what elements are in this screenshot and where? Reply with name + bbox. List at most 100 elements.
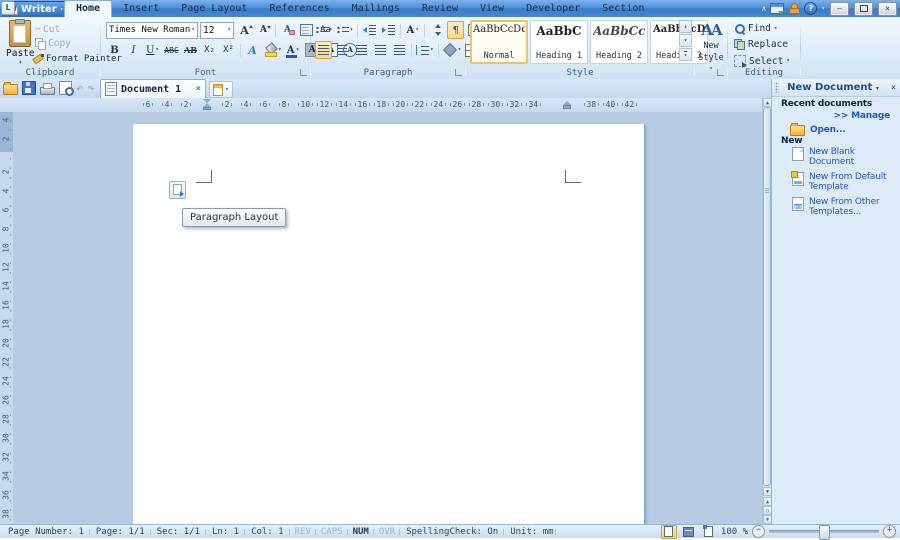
- manage-link[interactable]: >> Manage: [834, 111, 891, 121]
- paste-button[interactable]: Paste ▾: [6, 19, 35, 66]
- subscript-button[interactable]: X₂: [201, 41, 218, 59]
- web-layout-view-button[interactable]: [681, 525, 697, 539]
- text-effects-button[interactable]: A: [244, 41, 261, 59]
- indent-markers[interactable]: [203, 99, 212, 110]
- style-card[interactable]: AaBbCcDd Normal: [470, 20, 528, 64]
- find-button[interactable]: Find ▾: [734, 23, 778, 34]
- new-document-option[interactable]: New From Default Template: [791, 171, 896, 192]
- tab-stop-selector[interactable]: L: [1, 1, 15, 15]
- text-direction-button[interactable]: A ▾: [404, 21, 421, 39]
- highlight-color-button[interactable]: ▾: [263, 41, 283, 59]
- decrease-indent-button[interactable]: [361, 21, 378, 39]
- save-icon[interactable]: [22, 81, 36, 95]
- style-scroll-up-button[interactable]: ▴: [679, 20, 692, 33]
- undo-icon[interactable]: ↶: [76, 81, 83, 95]
- statusbar-segment[interactable]: Ln: 1: [206, 527, 246, 537]
- help-chevron-icon[interactable]: ▾: [821, 5, 825, 12]
- clear-formatting-button[interactable]: A: [279, 21, 296, 39]
- copy-button[interactable]: Copy: [35, 38, 71, 50]
- numbering-button[interactable]: ▾: [336, 21, 355, 39]
- ribbon-tab[interactable]: Section: [591, 0, 655, 17]
- select-button[interactable]: Select ▾: [734, 55, 790, 68]
- increase-indent-button[interactable]: [380, 21, 397, 39]
- bullets-button[interactable]: ▾: [315, 21, 334, 39]
- shading-button[interactable]: ▾: [442, 41, 463, 59]
- statusbar-segment[interactable]: Sec: 1/1: [151, 527, 207, 537]
- font-color-button[interactable]: A ▾: [285, 41, 302, 59]
- statusbar-indicator[interactable]: REV: [290, 527, 317, 537]
- scrollbar-thumb[interactable]: [763, 107, 771, 486]
- statusbar-segment[interactable]: Col: 1: [245, 527, 290, 537]
- statusbar-segment[interactable]: Page Number: 1: [2, 527, 90, 537]
- distribute-button[interactable]: [391, 41, 408, 59]
- spellcheck-status[interactable]: SpellingCheck: On: [400, 527, 505, 537]
- new-style-button[interactable]: AA New Style ▾: [695, 21, 727, 73]
- style-card[interactable]: AaBbCc Heading 2: [590, 20, 648, 64]
- right-indent-marker[interactable]: [563, 101, 572, 109]
- document-tab[interactable]: Document 1 ×: [100, 79, 206, 98]
- ribbon-tab[interactable]: Page Layout: [170, 0, 258, 17]
- help-icon[interactable]: ?: [804, 2, 818, 15]
- collapse-ribbon-icon[interactable]: ∧: [762, 4, 767, 13]
- zoom-out-button[interactable]: −: [752, 525, 765, 538]
- vertical-ruler[interactable]: 42 2 4 6 8 10 12 14 16 18 20 22 24 26 28 30 32 34 36 38: [0, 112, 14, 524]
- cut-button[interactable]: ✂ Cut: [35, 24, 60, 35]
- redo-icon[interactable]: ↷: [87, 81, 94, 95]
- open-file-icon[interactable]: [3, 82, 18, 95]
- align-right-button[interactable]: [353, 41, 370, 59]
- ribbon-tab[interactable]: Home: [64, 0, 113, 18]
- statusbar-segment[interactable]: Page: 1/1: [90, 527, 151, 537]
- shrink-font-button[interactable]: A: [255, 21, 272, 39]
- style-dialog-launcher[interactable]: [717, 69, 724, 76]
- ribbon-tab[interactable]: Developer: [515, 0, 591, 17]
- justify-button[interactable]: [372, 41, 389, 59]
- maximize-button[interactable]: [854, 1, 873, 16]
- document-tab-close-icon[interactable]: ×: [196, 84, 201, 94]
- align-left-button[interactable]: [315, 41, 332, 59]
- statusbar-indicator[interactable]: NUM: [348, 527, 375, 537]
- print-preview-icon[interactable]: [59, 81, 74, 96]
- new-document-option[interactable]: New From Other Templates...: [792, 197, 896, 217]
- task-pane-close-icon[interactable]: ×: [887, 83, 900, 93]
- paragraph-layout-button[interactable]: [169, 181, 186, 199]
- unit-status[interactable]: Unit: mm: [504, 527, 556, 537]
- italic-button[interactable]: I: [125, 41, 142, 59]
- replace-button[interactable]: Replace: [734, 39, 788, 50]
- left-indent-marker[interactable]: [203, 107, 211, 110]
- outline-view-button[interactable]: [701, 525, 717, 539]
- ribbon-tab[interactable]: Insert: [112, 0, 170, 17]
- style-card[interactable]: AaBbC Heading 1: [530, 20, 588, 64]
- ribbon-tab[interactable]: View: [469, 0, 515, 17]
- font-name-combo[interactable]: Times New Roman ▾: [106, 21, 198, 39]
- style-scroll-down-button[interactable]: ▾: [679, 34, 692, 47]
- new-document-tab-button[interactable]: ▾: [209, 81, 233, 98]
- line-spacing-button[interactable]: ▾: [415, 41, 435, 59]
- zoom-in-button[interactable]: +: [883, 525, 896, 538]
- grow-font-button[interactable]: A: [236, 21, 253, 39]
- font-dialog-launcher[interactable]: [300, 69, 307, 76]
- statusbar-indicator[interactable]: OVR: [374, 527, 401, 537]
- align-center-button[interactable]: [334, 41, 351, 59]
- bold-button[interactable]: B: [106, 41, 123, 59]
- underline-button[interactable]: U ▾: [144, 41, 161, 59]
- document-page[interactable]: [133, 124, 644, 524]
- open-document-link[interactable]: Open...: [790, 123, 846, 136]
- print-layout-view-button[interactable]: [660, 524, 677, 539]
- account-avatar-icon[interactable]: [788, 3, 801, 14]
- ribbon-tab[interactable]: Mailings: [341, 0, 411, 17]
- task-pane-title[interactable]: New Document ▾: [779, 82, 887, 93]
- document-area[interactable]: Paragraph Layout: [13, 112, 762, 524]
- zoom-slider-track[interactable]: [769, 525, 879, 540]
- close-button[interactable]: ×: [878, 1, 897, 16]
- new-document-option[interactable]: New Blank Document: [792, 147, 896, 167]
- style-more-button[interactable]: ▾: [679, 48, 692, 61]
- strikethrough-button[interactable]: ABC: [163, 41, 180, 59]
- print-icon[interactable]: [40, 83, 55, 95]
- double-strikethrough-button[interactable]: AB: [182, 41, 199, 59]
- font-size-combo[interactable]: 12 ▾: [200, 21, 234, 39]
- ribbon-tab[interactable]: Review: [411, 0, 469, 17]
- minimize-button[interactable]: –: [830, 1, 849, 16]
- statusbar-indicator[interactable]: CAPS: [316, 527, 348, 537]
- show-marks-button[interactable]: ¶: [447, 21, 465, 39]
- ribbon-tab[interactable]: References: [258, 0, 340, 17]
